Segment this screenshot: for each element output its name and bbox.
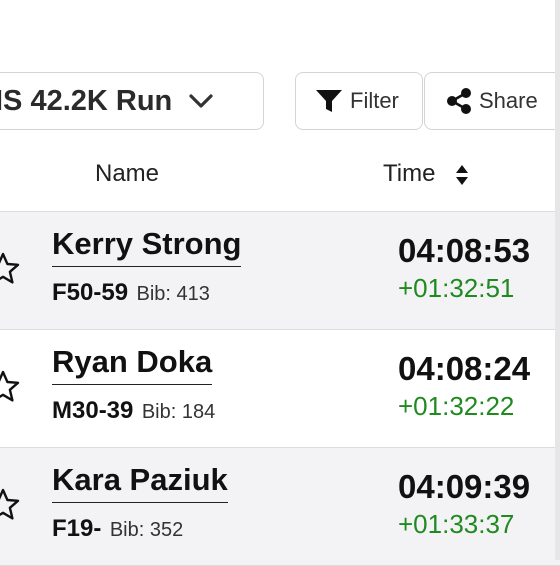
runner-bib: Bib: 413 — [136, 283, 210, 305]
share-button-label: Share — [479, 88, 538, 113]
runner-name[interactable]: Kara Paziuk — [52, 462, 228, 503]
star-icon[interactable] — [0, 488, 20, 522]
star-icon[interactable] — [0, 370, 20, 404]
scrollbar[interactable] — [555, 0, 560, 560]
race-select[interactable]: IS 42.2K Run — [0, 72, 264, 130]
column-header-name[interactable]: Name — [95, 160, 159, 188]
share-button[interactable]: Share — [424, 72, 560, 130]
finish-time: 04:08:24 — [398, 350, 531, 387]
runner-name[interactable]: Ryan Doka — [52, 344, 213, 385]
finish-time: 04:08:53 — [398, 232, 531, 269]
race-select-label: IS 42.2K Run — [0, 84, 173, 117]
runner-name[interactable]: Kerry Strong — [52, 226, 242, 267]
table-row[interactable]: Ryan Doka M30-39 Bib: 184 04:08:24 +01:3… — [0, 330, 560, 448]
runner-bib: Bib: 184 — [141, 401, 216, 423]
time-gap: +01:32:22 — [398, 391, 515, 421]
finish-time: 04:09:39 — [398, 468, 531, 505]
results-toolbar: IS 42.2K Run Filter Share Name Time — [0, 0, 560, 187]
runner-bib: Bib: 352 — [109, 519, 184, 541]
runner-meta: M30-39 Bib: 184 — [52, 397, 215, 425]
runner-meta: F19- Bib: 352 — [52, 515, 183, 543]
chevron-down-icon — [189, 94, 213, 108]
table-row[interactable]: Kerry Strong F50-59 Bib: 413 04:08:53 +0… — [0, 212, 560, 330]
table-row[interactable]: Kara Paziuk F19- Bib: 352 04:09:39 +01:3… — [0, 448, 560, 566]
column-header-time[interactable]: Time — [383, 160, 435, 188]
time-gap: +01:33:37 — [398, 509, 515, 539]
star-icon[interactable] — [0, 252, 20, 286]
time-gap: +01:32:51 — [398, 273, 515, 303]
sort-icon[interactable] — [453, 163, 471, 187]
runner-category: M30-39 — [52, 397, 134, 424]
filter-icon — [316, 90, 342, 112]
runner-meta: F50-59 Bib: 413 — [52, 279, 210, 307]
runner-category: F19- — [52, 515, 102, 542]
filter-button[interactable]: Filter — [295, 72, 423, 130]
share-icon — [447, 88, 471, 114]
runner-category: F50-59 — [52, 279, 129, 306]
filter-button-label: Filter — [350, 88, 399, 113]
results-table: Kerry Strong F50-59 Bib: 413 04:08:53 +0… — [0, 211, 560, 566]
